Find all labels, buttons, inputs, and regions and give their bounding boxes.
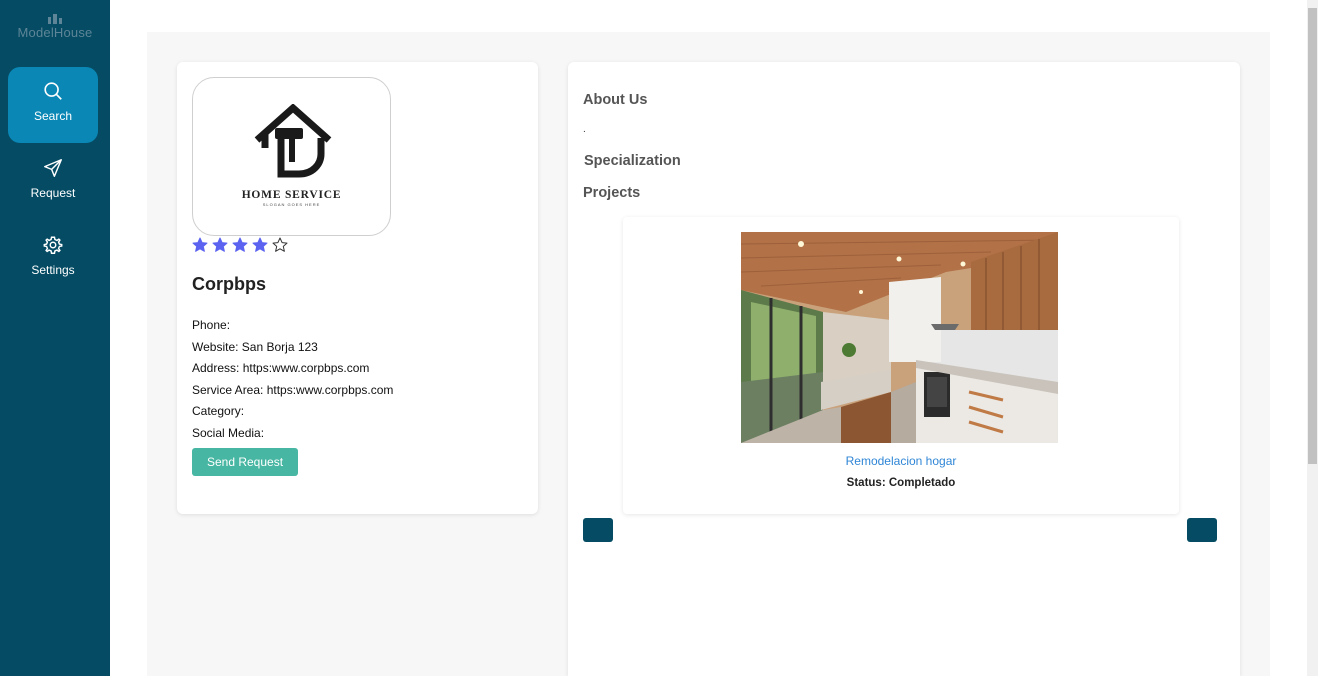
sidebar-item-label: Settings (31, 263, 75, 277)
company-logo-tagline: SLOGAN GOES HERE (262, 202, 321, 207)
star-filled-icon (192, 237, 208, 252)
page-scrollbar[interactable] (1307, 0, 1318, 676)
company-about-card: About Us . Specialization Projects Remod… (568, 62, 1240, 676)
company-logo-title: HOME SERVICE (241, 189, 342, 201)
send-icon (44, 159, 62, 177)
sidebar: ModelHouse Search Request Settings (0, 0, 110, 676)
service-area-field: Service Area: https:www.corpbps.com (192, 382, 394, 397)
scrollbar-thumb[interactable] (1308, 8, 1317, 464)
sidebar-item-label: Request (30, 186, 76, 200)
star-filled-icon (212, 237, 228, 252)
app-logo[interactable]: ModelHouse (0, 14, 110, 40)
star-filled-icon (232, 237, 248, 252)
company-logo: HOME SERVICE SLOGAN GOES HERE (192, 77, 391, 236)
house-hammer-icon (254, 104, 332, 178)
website-field: Website: San Borja 123 (192, 339, 318, 354)
project-carousel-slide: Remodelacion hogar Status: Completado (623, 217, 1179, 514)
address-field: Address: https:www.corpbps.com (192, 361, 370, 376)
rating-stars (192, 237, 288, 255)
status-value: Completado (888, 477, 956, 489)
sidebar-item-settings[interactable]: Settings (8, 221, 98, 297)
sidebar-item-request[interactable]: Request (8, 144, 98, 220)
kitchen-photo (741, 232, 1058, 443)
project-image[interactable] (741, 232, 1058, 443)
send-request-button[interactable]: Send Request (192, 448, 298, 476)
status-label: Status: (846, 477, 886, 489)
carousel-prev-button[interactable] (583, 518, 613, 542)
about-us-text: . (583, 124, 586, 135)
company-profile-card: HOME SERVICE SLOGAN GOES HERE Corpbps Ph… (177, 62, 538, 514)
app-logo-text: ModelHouse (17, 25, 93, 40)
company-info-list: Phone: Website: San Borja 123 Address: h… (192, 315, 393, 445)
star-filled-icon (252, 237, 268, 252)
sidebar-item-search[interactable]: Search (8, 67, 98, 143)
specialization-heading: Specialization (584, 153, 681, 169)
sidebar-item-label: Search (33, 109, 73, 123)
carousel-next-button[interactable] (1187, 518, 1217, 542)
project-status: Status: Completado (623, 477, 1179, 489)
company-name: Corpbps (192, 274, 266, 294)
about-us-heading: About Us (583, 92, 648, 108)
search-icon (44, 82, 62, 100)
logo-icon (48, 14, 62, 24)
gear-icon (43, 236, 63, 254)
social-media-field: Social Media: (192, 425, 265, 440)
phone-field: Phone: (192, 318, 231, 332)
project-name-link[interactable]: Remodelacion hogar (623, 454, 1179, 468)
projects-heading: Projects (583, 185, 641, 201)
category-field: Category: (192, 404, 245, 419)
star-empty-icon (272, 237, 288, 252)
